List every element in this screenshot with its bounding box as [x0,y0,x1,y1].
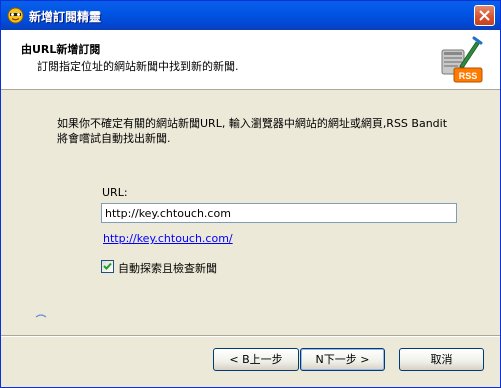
next-button[interactable]: N下一步 > [300,348,385,371]
checkmark-icon [103,262,112,270]
rss-feed-icon: RSS [441,36,483,83]
url-field-label: URL: [102,186,128,199]
back-button[interactable]: < B上一步 [213,348,299,371]
discovered-feed-link[interactable]: http://key.chtouch.com/ [103,232,233,245]
footer-separator [1,335,500,337]
cancel-button[interactable]: 取消 [399,348,484,371]
page-title: 由URL新增訂閱 [21,43,101,56]
window-title: 新增訂閱精靈 [29,10,102,24]
wizard-window: 新增訂閱精靈 由URL新增訂閱 訂閱指定位址的網站新聞中找到新的新聞. RSS … [0,0,501,388]
close-icon [479,10,490,21]
title-bar[interactable]: 新增訂閱精靈 [1,1,500,30]
auto-discover-checkbox[interactable] [101,260,114,273]
rss-badge-label: RSS [459,71,478,81]
wizard-header: 由URL新增訂閱 訂閱指定位址的網站新聞中找到新的新聞. RSS [1,30,500,90]
close-button[interactable] [474,5,495,26]
wave-icon [35,314,47,318]
auto-discover-label: 自動探索且檢查新聞 [118,262,217,275]
instructions-text: 如果你不確定有關的網站新聞URL, 輸入瀏覽器中網站的網址或網頁,RSS Ban… [57,117,448,145]
rss-bandit-app-icon [7,7,24,24]
page-subtitle: 訂閱指定位址的網站新聞中找到新的新聞. [37,60,239,73]
url-input[interactable] [101,203,457,223]
